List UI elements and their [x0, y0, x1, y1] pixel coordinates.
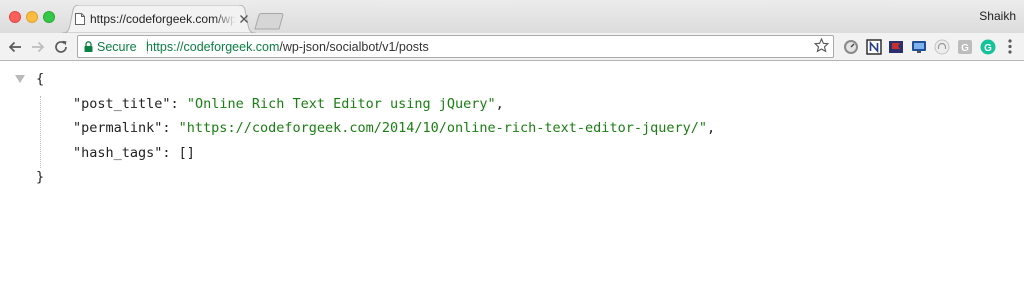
json-value: "https://codeforgeek.com/2014/10/online-…: [178, 120, 707, 136]
back-arrow-icon[interactable]: [7, 39, 23, 55]
browser-toolbar: Secure https://codeforgeek.com/wp-json/s…: [0, 33, 1024, 61]
new-tab-button[interactable]: [254, 13, 284, 30]
window-close-button[interactable]: [9, 11, 21, 23]
json-entry: "hash_tags": []: [73, 145, 195, 161]
url-path: /wp-json/socialbot/v1/posts: [279, 40, 429, 54]
json-key: "permalink": [73, 120, 163, 136]
headphones-extension-icon[interactable]: [934, 39, 950, 55]
collapse-triangle-icon[interactable]: [15, 75, 25, 83]
json-close-brace: }: [36, 169, 45, 185]
json-entry: "post_title": "Online Rich Text Editor u…: [73, 96, 504, 112]
reload-icon[interactable]: [53, 39, 69, 55]
json-key: "hash_tags": [73, 145, 163, 161]
svg-text:G: G: [984, 43, 992, 54]
json-value: []: [178, 145, 195, 161]
json-comma: ,: [706, 120, 716, 136]
profile-name[interactable]: Shaikh: [979, 9, 1016, 23]
lock-icon: [84, 41, 93, 52]
json-colon: :: [170, 96, 187, 112]
json-open-brace: {: [36, 71, 45, 87]
json-key: "post_title": [73, 96, 171, 112]
tab-close-icon[interactable]: [239, 14, 249, 24]
json-colon: :: [162, 145, 179, 161]
flag-extension-icon[interactable]: [888, 39, 904, 55]
json-entry: "permalink": "https://codeforgeek.com/20…: [73, 120, 715, 136]
speedometer-extension-icon[interactable]: [843, 39, 859, 55]
json-comma: ,: [495, 96, 504, 112]
bookmark-star-icon[interactable]: [814, 38, 829, 53]
forward-arrow-icon[interactable]: [30, 39, 46, 55]
document-icon: [75, 13, 85, 25]
svg-text:G: G: [961, 43, 969, 54]
url-host: https://codeforgeek.com: [146, 40, 280, 54]
indent-guide: [40, 96, 41, 168]
tab-active[interactable]: https://codeforgeek.com/wp-json/socialbo…: [62, 5, 256, 33]
json-colon: :: [162, 120, 179, 136]
tab-title: https://codeforgeek.com/wp-json/socialbo…: [90, 12, 236, 26]
notion-extension-icon[interactable]: [866, 39, 882, 55]
monitor-extension-icon[interactable]: [911, 39, 927, 55]
json-viewer: { "post_title": "Online Rich Text Editor…: [0, 61, 1024, 289]
window-minimize-button[interactable]: [26, 11, 38, 23]
json-value: "Online Rich Text Editor using jQuery": [186, 96, 496, 112]
more-menu-icon[interactable]: [1008, 38, 1012, 55]
title-bar: https://codeforgeek.com/wp-json/socialbo…: [0, 0, 1024, 33]
grammarly-extension-icon[interactable]: G: [980, 39, 996, 55]
window-maximize-button[interactable]: [43, 11, 55, 23]
g-extension-icon[interactable]: G: [957, 39, 973, 55]
security-label[interactable]: Secure: [97, 40, 137, 54]
url-text[interactable]: https://codeforgeek.com/wp-json/socialbo…: [146, 40, 429, 54]
address-bar[interactable]: Secure https://codeforgeek.com/wp-json/s…: [77, 35, 834, 58]
